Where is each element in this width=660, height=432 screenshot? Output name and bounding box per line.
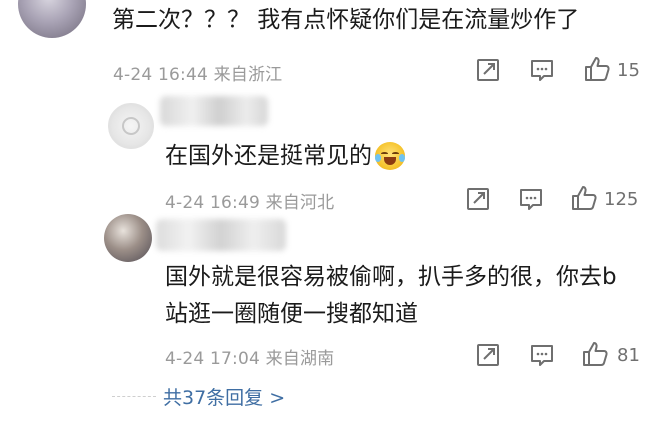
avatar[interactable] bbox=[108, 103, 154, 149]
like-count: 81 bbox=[617, 345, 640, 366]
comment-icon[interactable] bbox=[529, 57, 555, 83]
comment-icon[interactable] bbox=[529, 342, 555, 368]
comment-text-content: 在国外还是挺常见的 bbox=[165, 143, 372, 169]
share-icon[interactable] bbox=[475, 57, 501, 83]
divider bbox=[112, 396, 156, 397]
avatar[interactable] bbox=[104, 214, 152, 262]
like-icon[interactable] bbox=[570, 184, 598, 212]
comment-icon[interactable] bbox=[518, 186, 544, 212]
comment-text: 第二次？？？ 我有点怀疑你们是在流量炒作了 bbox=[112, 7, 580, 33]
laugh-cry-emoji-icon bbox=[375, 142, 405, 170]
comment-text: 在国外还是挺常见的 bbox=[165, 140, 405, 172]
username-blurred bbox=[160, 96, 268, 126]
view-replies-link[interactable]: 共37条回复 > bbox=[163, 384, 285, 412]
like-count: 125 bbox=[604, 189, 639, 210]
like-icon[interactable] bbox=[583, 55, 611, 83]
comment-text: 国外就是很容易被偷啊，扒手多的很，你去b站逛一圈随便一搜都知道 bbox=[165, 264, 617, 327]
like-count: 15 bbox=[617, 60, 640, 81]
avatar[interactable] bbox=[18, 0, 86, 38]
username-blurred bbox=[156, 219, 286, 251]
comment-meta: 4-24 16:44 来自浙江 bbox=[113, 65, 283, 85]
comment-meta: 4-24 16:49 来自河北 bbox=[165, 193, 335, 213]
share-icon[interactable] bbox=[475, 342, 501, 368]
share-icon[interactable] bbox=[465, 186, 491, 212]
like-icon[interactable] bbox=[581, 340, 609, 368]
comment-meta: 4-24 17:04 来自湖南 bbox=[165, 349, 335, 369]
